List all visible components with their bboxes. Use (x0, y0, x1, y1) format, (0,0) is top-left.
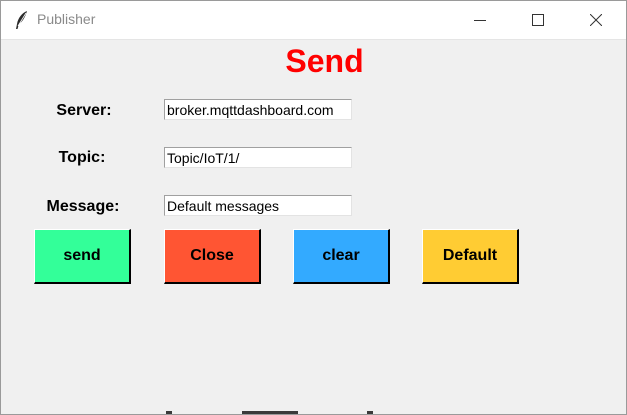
default-button[interactable]: Default (422, 229, 519, 284)
clipped-content (166, 411, 172, 414)
window-title: Publisher (37, 11, 96, 27)
server-label: Server: (56, 102, 112, 119)
close-button[interactable]: Close (164, 229, 261, 284)
minimize-button[interactable] (457, 1, 503, 39)
message-input[interactable] (164, 195, 352, 216)
page-title: Send (285, 43, 364, 79)
title-bar[interactable]: Publisher (1, 1, 626, 40)
maximize-button[interactable] (515, 1, 561, 39)
clipped-content (242, 411, 298, 414)
minimize-icon (474, 14, 486, 26)
maximize-icon (532, 14, 544, 26)
clear-button[interactable]: clear (293, 229, 390, 284)
publisher-window: Publisher Send Server: Topic: Message: s… (0, 0, 627, 415)
close-window-button[interactable] (573, 1, 619, 39)
feather-icon (13, 10, 31, 30)
close-icon (590, 14, 602, 26)
clipped-content (367, 411, 373, 414)
send-button[interactable]: send (34, 229, 131, 284)
server-input[interactable] (164, 99, 352, 120)
message-label: Message: (46, 198, 120, 215)
topic-input[interactable] (164, 147, 352, 168)
topic-label: Topic: (58, 149, 106, 166)
